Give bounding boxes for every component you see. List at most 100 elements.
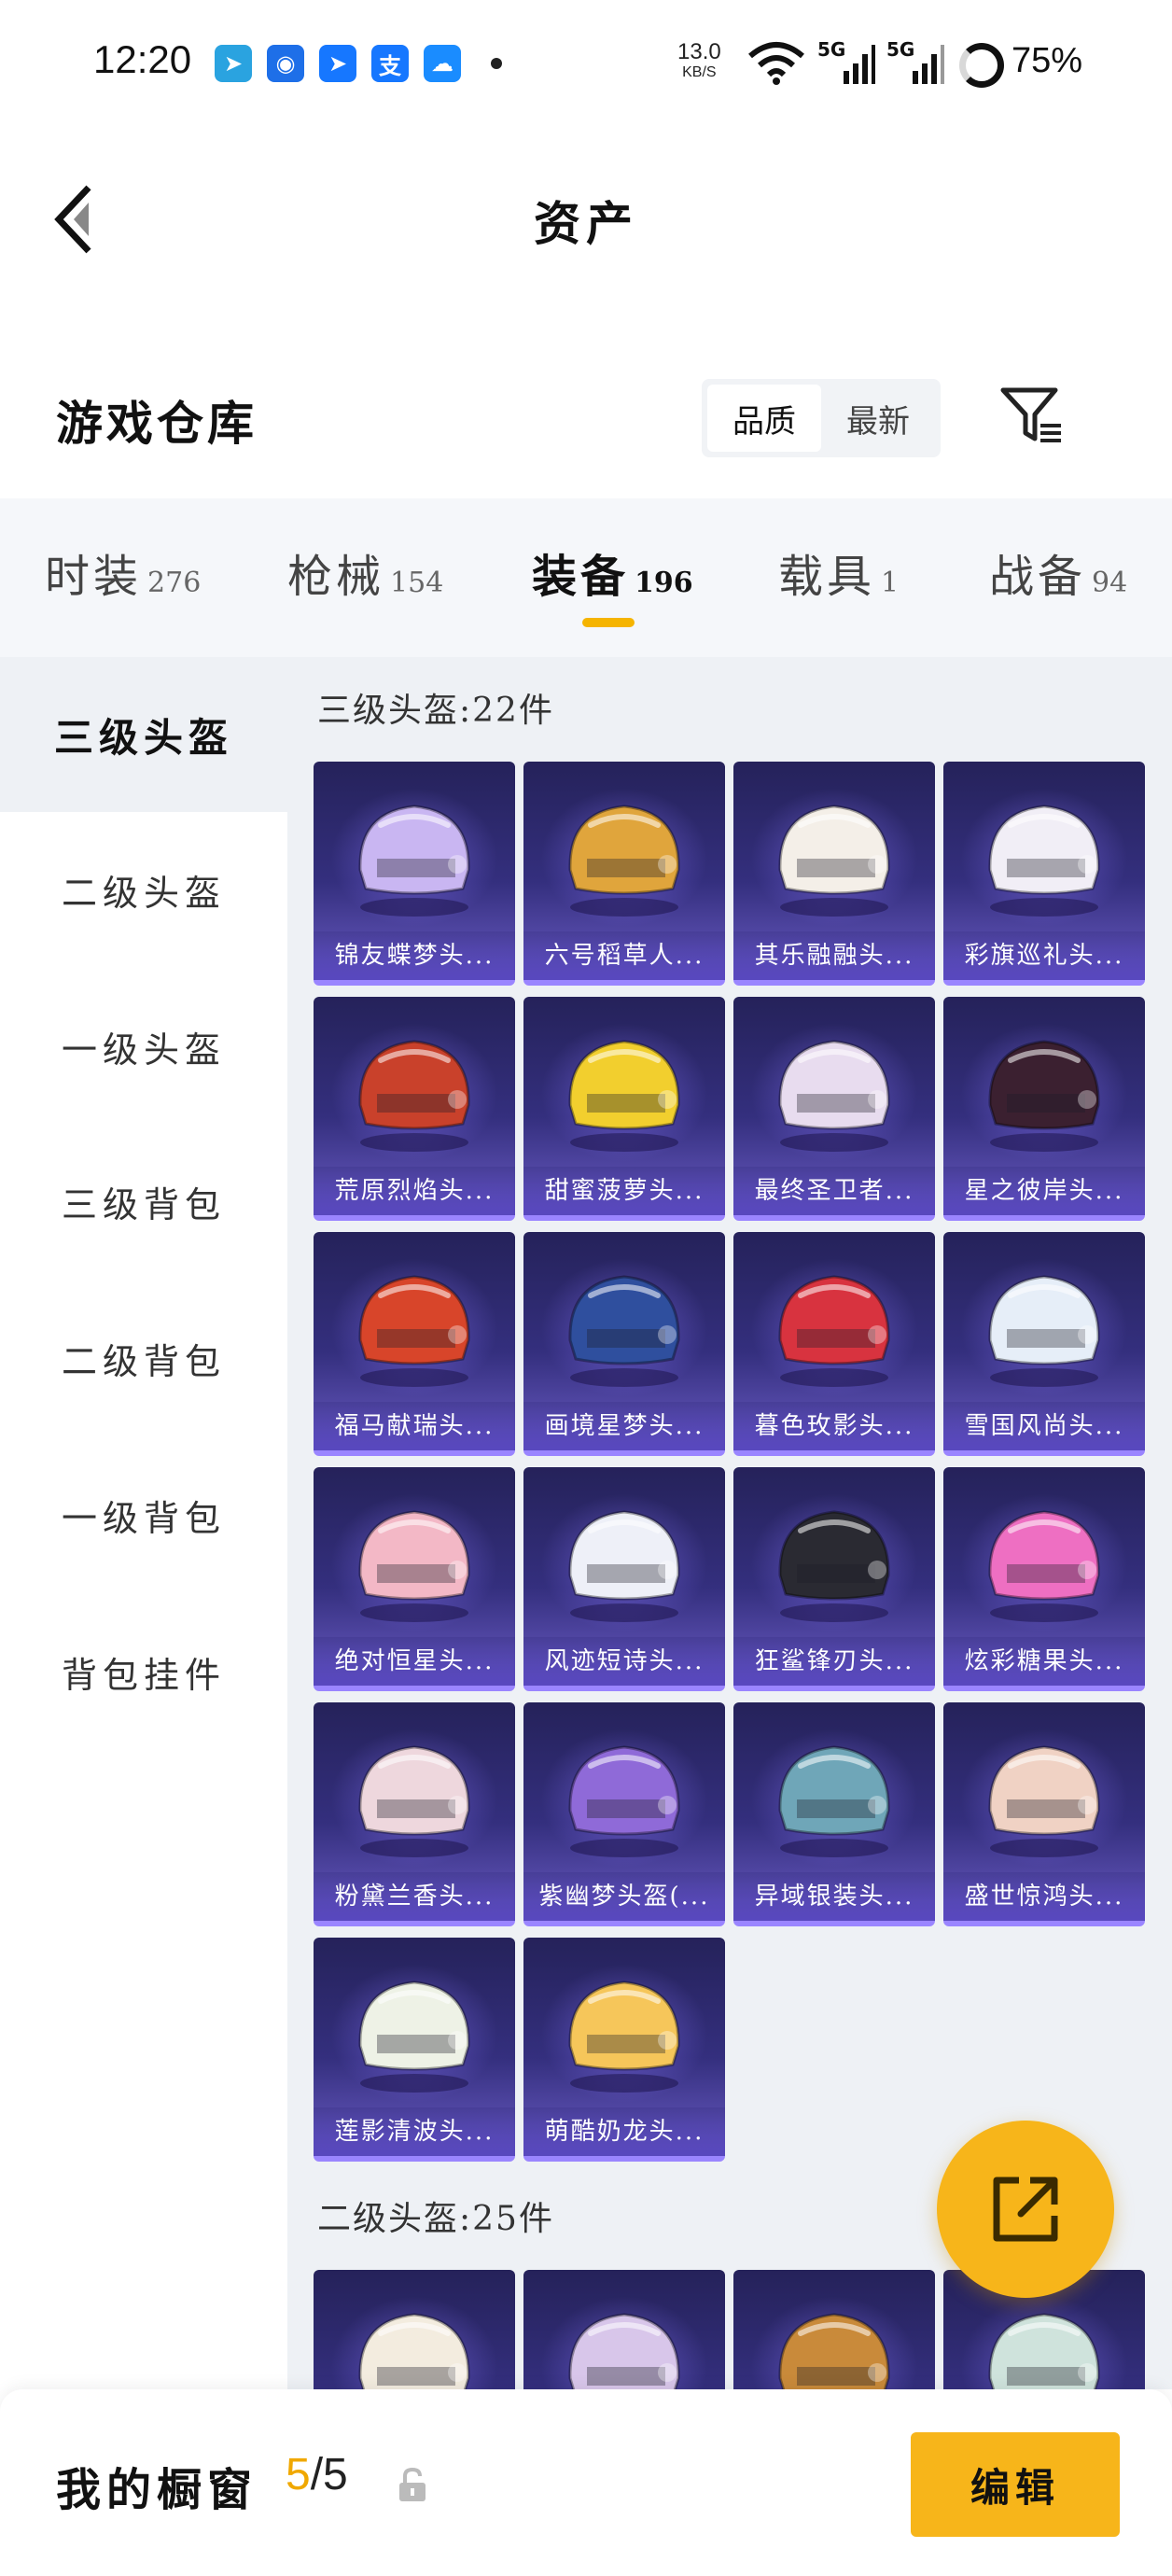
- item-card[interactable]: [733, 2270, 935, 2389]
- helmet-icon: [568, 1040, 680, 1152]
- side-item-level3-backpack[interactable]: 三级背包: [0, 1124, 287, 1279]
- telegram-app-icon: ➤: [215, 45, 252, 82]
- item-name: 最终圣卫者...: [733, 1167, 935, 1215]
- showcase-label: 我的橱窗: [56, 2464, 258, 2516]
- item-name: 星之彼岸头...: [943, 1167, 1145, 1215]
- item-card[interactable]: 荒原烈焰头...: [314, 997, 515, 1221]
- warehouse-title: 游戏仓库: [56, 396, 258, 451]
- item-card[interactable]: 狂鲨锋刃头...: [733, 1467, 935, 1691]
- item-card[interactable]: 甜蜜菠萝头...: [523, 997, 725, 1221]
- tab-supplies[interactable]: 战备 94: [989, 539, 1127, 614]
- tab-fashion[interactable]: 时装 276: [45, 539, 201, 614]
- bottom-bar: 我的橱窗 5/5 编辑: [0, 2389, 1172, 2576]
- item-name: 异域银装头...: [733, 1872, 935, 1921]
- helmet-icon: [358, 1510, 470, 1622]
- item-grid: 锦友蝶梦头... 六号稻草人... 其乐融融头... 彩旗巡礼头... 荒原烈焰头...…: [314, 762, 1145, 2162]
- item-card[interactable]: 星之彼岸头...: [943, 997, 1145, 1221]
- item-card[interactable]: [314, 2270, 515, 2389]
- helmet-icon: [988, 1040, 1100, 1152]
- helmet-icon: [988, 1510, 1100, 1622]
- wifi-icon: [748, 42, 804, 85]
- item-card[interactable]: 萌酷奶龙头...: [523, 1938, 725, 2162]
- helmet-icon: [568, 1981, 680, 2093]
- side-item-backpack-charm[interactable]: 背包挂件: [0, 1594, 287, 1749]
- side-item-level1-backpack[interactable]: 一级背包: [0, 1437, 287, 1592]
- item-card[interactable]: 紫幽梦头盔(...: [523, 1702, 725, 1926]
- item-card[interactable]: 暮色玫影头...: [733, 1232, 935, 1456]
- item-card[interactable]: 绝对恒星头...: [314, 1467, 515, 1691]
- helmet-icon: [568, 2313, 680, 2389]
- item-name: 粉黛兰香头...: [314, 1872, 515, 1921]
- section-title: 三级头盔:22件: [317, 692, 554, 730]
- item-card[interactable]: 画境星梦头...: [523, 1232, 725, 1456]
- item-card[interactable]: 锦友蝶梦头...: [314, 762, 515, 986]
- item-card[interactable]: 六号稻草人...: [523, 762, 725, 986]
- item-card[interactable]: 福马献瑞头...: [314, 1232, 515, 1456]
- sort-toggle: 品质 最新: [702, 379, 941, 457]
- sort-quality-option[interactable]: 品质: [707, 385, 821, 452]
- item-name: 彩旗巡礼头...: [943, 931, 1145, 980]
- item-name: 炫彩糖果头...: [943, 1637, 1145, 1686]
- svg-text:5G: 5G: [817, 38, 845, 61]
- item-name: 雪国风尚头...: [943, 1402, 1145, 1450]
- tab-vehicles[interactable]: 载具 1: [778, 539, 899, 614]
- item-card[interactable]: [523, 2270, 725, 2389]
- side-item-level2-helmet[interactable]: 二级头盔: [0, 812, 287, 967]
- item-card[interactable]: 盛世惊鸿头...: [943, 1702, 1145, 1926]
- item-name: 六号稻草人...: [523, 931, 725, 980]
- signal-5g-icon: 5G: [817, 38, 875, 84]
- ding-app-icon: ➤: [319, 45, 356, 82]
- helmet-icon: [778, 1275, 890, 1387]
- helmet-icon: [358, 1040, 470, 1152]
- item-name: 锦友蝶梦头...: [314, 931, 515, 980]
- item-name: 暮色玫影头...: [733, 1402, 935, 1450]
- filter-button[interactable]: [995, 379, 1069, 454]
- cloud-app-icon: ☁: [424, 45, 461, 82]
- showcase-count: 5/5: [286, 2450, 348, 2499]
- item-name: 甜蜜菠萝头...: [523, 1167, 725, 1215]
- helmet-icon: [568, 1510, 680, 1622]
- alipay-app-icon: 支: [371, 45, 409, 82]
- helmet-icon: [778, 2313, 890, 2389]
- helmet-icon: [988, 2313, 1100, 2389]
- helmet-icon: [358, 2313, 470, 2389]
- lock-icon[interactable]: [396, 2466, 429, 2503]
- category-tabs: 时装 276 枪械 154 装备 196 载具 1 战备 94: [0, 498, 1172, 657]
- tab-weapons[interactable]: 枪械 154: [287, 539, 443, 614]
- side-item-level3-helmet[interactable]: 三级头盔: [0, 657, 287, 812]
- item-name: 萌酷奶龙头...: [523, 2107, 725, 2156]
- side-item-level1-helmet[interactable]: 一级头盔: [0, 969, 287, 1124]
- status-time: 12:20: [93, 37, 192, 81]
- item-name: 紫幽梦头盔(...: [523, 1872, 725, 1921]
- item-card[interactable]: 最终圣卫者...: [733, 997, 935, 1221]
- item-card[interactable]: 异域银装头...: [733, 1702, 935, 1926]
- item-name: 风迹短诗头...: [523, 1637, 725, 1686]
- helmet-icon: [358, 1981, 470, 2093]
- sort-newest-option[interactable]: 最新: [821, 385, 935, 452]
- tab-equipment[interactable]: 装备 196: [532, 539, 693, 614]
- notification-dot-icon: [491, 58, 502, 69]
- item-card[interactable]: 粉黛兰香头...: [314, 1702, 515, 1926]
- item-name: 狂鲨锋刃头...: [733, 1637, 935, 1686]
- helmet-icon: [568, 1275, 680, 1387]
- helmet-icon: [568, 805, 680, 917]
- item-card[interactable]: 其乐融融头...: [733, 762, 935, 986]
- item-card[interactable]: 雪国风尚头...: [943, 1232, 1145, 1456]
- item-card[interactable]: 莲影清波头...: [314, 1938, 515, 2162]
- side-item-level2-backpack[interactable]: 二级背包: [0, 1281, 287, 1435]
- share-button[interactable]: [937, 2121, 1114, 2298]
- helmet-icon: [778, 1040, 890, 1152]
- item-card[interactable]: 风迹短诗头...: [523, 1467, 725, 1691]
- item-card[interactable]: 彩旗巡礼头...: [943, 762, 1145, 986]
- item-name: 画境星梦头...: [523, 1402, 725, 1450]
- helmet-icon: [778, 805, 890, 917]
- item-name: 荒原烈焰头...: [314, 1167, 515, 1215]
- network-speed: 13.0 KB/S: [677, 39, 721, 80]
- status-bar: 12:20 ➤ ◉ ➤ 支 ☁ 13.0 KB/S 5G 5G 75%: [0, 0, 1172, 131]
- edit-button[interactable]: 编辑: [911, 2432, 1120, 2537]
- battery-level: 75%: [1012, 41, 1083, 80]
- map-app-icon: ◉: [267, 45, 304, 82]
- item-name: 绝对恒星头...: [314, 1637, 515, 1686]
- item-card[interactable]: 炫彩糖果头...: [943, 1467, 1145, 1691]
- signal-5g-icon: 5G: [886, 38, 944, 84]
